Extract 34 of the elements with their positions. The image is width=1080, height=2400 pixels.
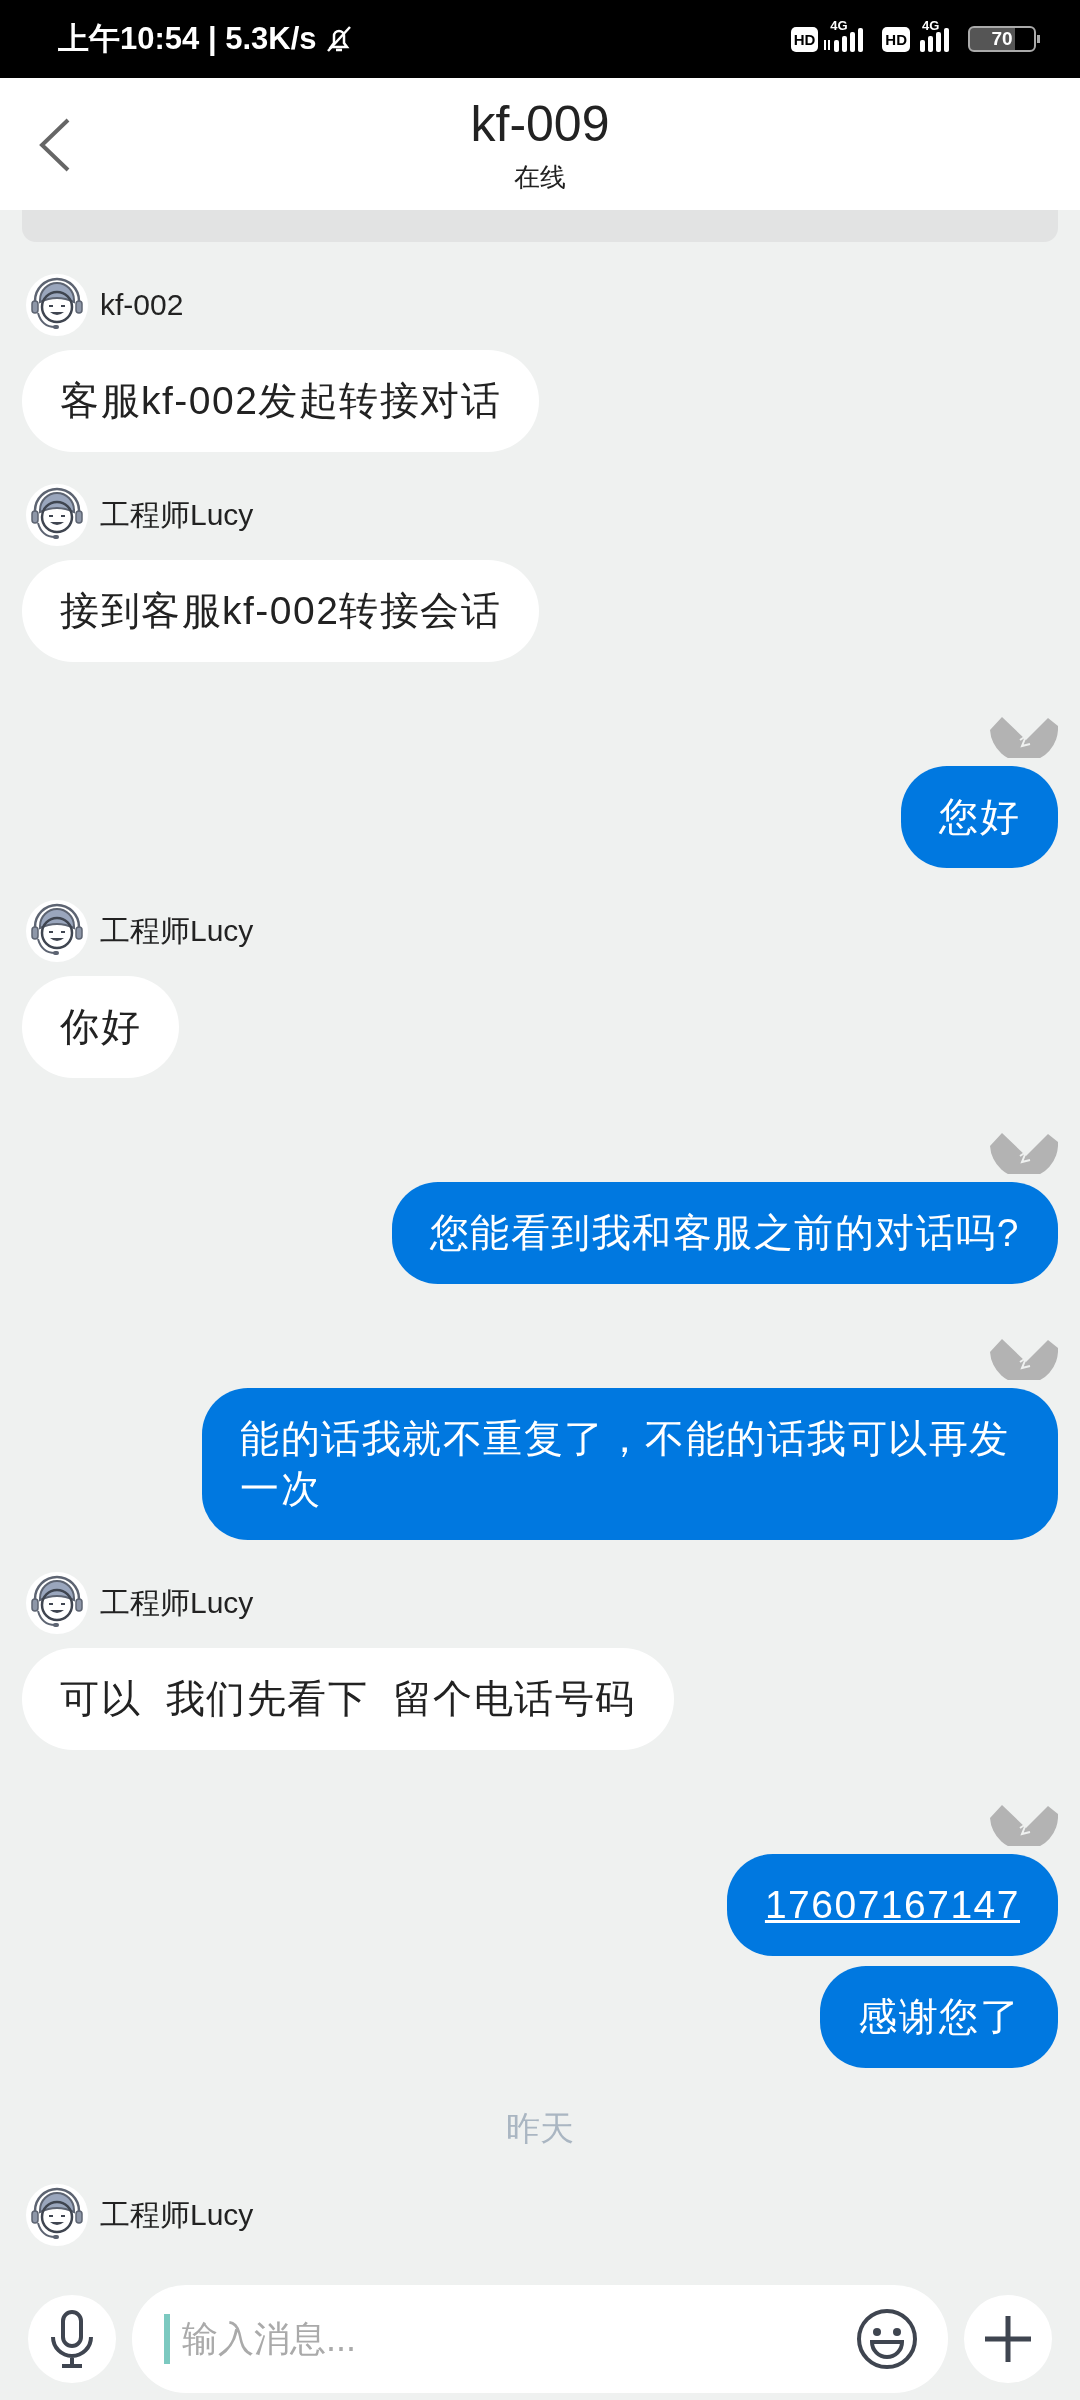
phone-link[interactable]: 17607167147 (726, 1854, 1058, 1956)
sender-name: kf-002 (100, 288, 184, 322)
agent-avatar-icon (26, 484, 88, 546)
message-bubble: 能的话我就不重复了，不能的话我可以再发一次 (202, 1388, 1058, 1540)
agent-avatar-icon (26, 2184, 88, 2246)
sender-name: 工程师Lucy (100, 1584, 254, 1621)
message-bubble: 你好 (22, 976, 179, 1078)
message-field[interactable]: 输入消息... (132, 2285, 948, 2393)
network-speed: | 5.3K/s (207, 21, 317, 57)
emoji-icon[interactable] (856, 2308, 918, 2370)
network-type: 4G (922, 18, 940, 33)
back-icon[interactable] (38, 116, 72, 174)
sender-name: 工程师Lucy (100, 496, 254, 533)
message-bubble: 您能看到我和客服之前的对话吗? (391, 1182, 1058, 1284)
message-bubble: 可以 我们先看下 留个电话号码 (22, 1648, 674, 1750)
network-type: 4G (830, 18, 848, 33)
microphone-icon (48, 2309, 96, 2369)
date-divider: 昨天 (506, 2108, 574, 2149)
hd-badge: HD (790, 26, 819, 52)
sender-name: 工程师Lucy (100, 912, 254, 949)
agent-avatar-icon (26, 1572, 88, 1634)
message-bubble: 接到客服kf-002转接会话 (22, 560, 540, 662)
plus-icon (983, 2314, 1033, 2364)
message-bubble: 客服kf-002发起转接对话 (22, 350, 540, 452)
message-bubble: 您好 (901, 766, 1058, 868)
hd-badge: HD (882, 26, 910, 52)
message-bubble: 感谢您了 (820, 1966, 1058, 2068)
battery-level: 70 (968, 26, 1036, 52)
agent-avatar-icon (26, 900, 88, 962)
online-status: 在线 (514, 160, 566, 194)
status-time: 上午10:54 (58, 20, 200, 58)
sender-name: 工程师Lucy (100, 2196, 254, 2233)
chat-title: kf-009 (470, 94, 610, 154)
agent-avatar-icon (26, 274, 88, 336)
